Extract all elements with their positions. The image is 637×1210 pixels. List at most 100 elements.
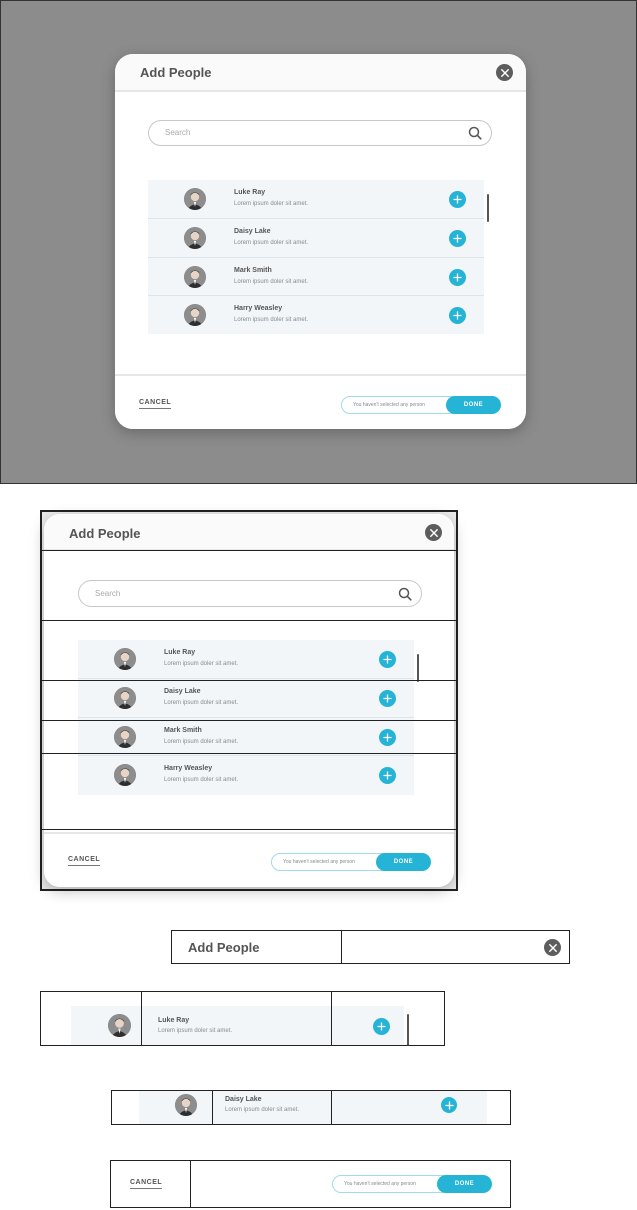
annotated-modal-frame: Add People Search Luke Ray Lorem ipsum d… (40, 510, 458, 891)
search-input[interactable]: Search (148, 120, 492, 146)
plus-icon (377, 1022, 386, 1031)
add-person-button[interactable] (449, 269, 466, 286)
people-list: Luke Ray Lorem ipsum doler sit amet. Dai… (78, 640, 421, 795)
plus-icon (444, 1100, 454, 1110)
guide-line (331, 992, 332, 1045)
list-item: Harry Weasley Lorem ipsum doler sit amet… (78, 756, 421, 795)
plus-icon (453, 311, 462, 320)
add-person-button[interactable] (441, 1097, 457, 1113)
avatar (184, 266, 206, 288)
search-placeholder: Search (165, 128, 191, 137)
guide-line (42, 753, 456, 754)
close-icon (429, 528, 438, 537)
guide-line (42, 720, 456, 721)
search-input[interactable]: Search (78, 580, 422, 607)
person-name: Harry Weasley (234, 305, 283, 312)
scrollbar[interactable] (404, 1006, 411, 1045)
list-item: Daisy Lake Lorem ipsum doler sit amet. (139, 1091, 487, 1124)
modal-footer: CANCEL You haven't selected any person D… (115, 374, 526, 429)
people-list: Luke Ray Lorem ipsum doler sit amet. Dai… (148, 180, 491, 334)
list-item: Harry Weasley Lorem ipsum doler sit amet… (148, 296, 491, 334)
scrollbar[interactable] (414, 640, 421, 795)
avatar (108, 1014, 131, 1037)
person-description: Lorem ipsum doler sit amet. (164, 739, 239, 745)
modal-title: Add People (140, 65, 212, 80)
footer-crop: CANCEL You haven't selected any person D… (110, 1160, 511, 1208)
close-icon (500, 68, 509, 77)
guide-line (190, 1161, 191, 1207)
add-person-button[interactable] (449, 307, 466, 324)
row-crop-daisy: Daisy Lake Lorem ipsum doler sit amet. (111, 1090, 511, 1125)
close-icon (548, 943, 557, 952)
modal-footer: CANCEL You haven't selected any person D… (44, 832, 454, 887)
scrollbar-thumb[interactable] (407, 1014, 409, 1045)
guide-line (42, 680, 456, 681)
avatar (184, 304, 206, 326)
person-name: Harry Weasley (164, 765, 213, 772)
plus-icon (453, 234, 462, 243)
add-person-button[interactable] (449, 230, 466, 247)
list-item: Luke Ray Lorem ipsum doler sit amet. (71, 1006, 411, 1045)
guide-line (141, 992, 142, 1045)
person-description: Lorem ipsum doler sit amet. (164, 661, 239, 667)
avatar (184, 227, 206, 249)
add-person-button[interactable] (379, 729, 396, 746)
plus-icon (383, 771, 392, 780)
add-person-button[interactable] (379, 690, 396, 707)
add-person-button[interactable] (373, 1018, 390, 1035)
person-description: Lorem ipsum doler sit amet. (225, 1107, 300, 1113)
person-description: Lorem ipsum doler sit amet. (164, 777, 239, 783)
list-item: Luke Ray Lorem ipsum doler sit amet. (148, 180, 491, 219)
guide-line (212, 1091, 213, 1124)
done-button[interactable]: DONE (446, 396, 501, 414)
avatar (114, 687, 136, 709)
person-name: Daisy Lake (164, 688, 201, 695)
cancel-button[interactable]: CANCEL (130, 1179, 163, 1189)
guide-line (42, 550, 456, 551)
header-crop: Add People (171, 930, 570, 964)
modal-header: Add People (115, 54, 526, 92)
plus-icon (453, 273, 462, 282)
done-button[interactable]: DONE (437, 1175, 492, 1193)
person-description: Lorem ipsum doler sit amet. (234, 201, 309, 207)
avatar (114, 726, 136, 748)
person-name: Mark Smith (234, 267, 272, 274)
selection-status-text: You haven't selected any person (344, 1181, 416, 1187)
close-button[interactable] (496, 64, 513, 81)
close-button[interactable] (544, 939, 561, 956)
done-button[interactable]: DONE (376, 853, 431, 871)
guide-line (331, 1091, 332, 1124)
selection-status-text: You haven't selected any person (283, 859, 355, 865)
person-name: Luke Ray (234, 189, 266, 196)
guide-line (42, 620, 456, 621)
person-description: Lorem ipsum doler sit amet. (234, 240, 309, 246)
search-placeholder: Search (95, 589, 121, 598)
selection-status-text: You haven't selected any person (353, 402, 425, 408)
modal-title: Add People (69, 526, 141, 541)
add-person-button[interactable] (379, 767, 396, 784)
guide-line (42, 829, 456, 830)
scrollbar-thumb[interactable] (487, 194, 489, 222)
add-people-modal-annotated: Add People Search Luke Ray Lorem ipsum d… (44, 514, 454, 887)
scrollbar[interactable] (484, 180, 491, 334)
avatar (175, 1094, 197, 1116)
modal-title: Add People (188, 940, 260, 955)
plus-icon (383, 694, 392, 703)
search-icon[interactable] (398, 587, 412, 601)
search-icon[interactable] (468, 126, 482, 140)
cancel-button[interactable]: CANCEL (68, 856, 101, 866)
list-item: Daisy Lake Lorem ipsum doler sit amet. (78, 679, 421, 718)
add-person-button[interactable] (449, 191, 466, 208)
modal-header: Add People (44, 514, 454, 551)
avatar (184, 188, 206, 210)
person-description: Lorem ipsum doler sit amet. (164, 700, 239, 706)
add-person-button[interactable] (379, 651, 396, 668)
person-name: Daisy Lake (225, 1096, 262, 1103)
avatar (114, 648, 136, 670)
person-description: Lorem ipsum doler sit amet. (234, 279, 309, 285)
avatar (114, 764, 136, 786)
cancel-button[interactable]: CANCEL (139, 399, 172, 409)
person-description: Lorem ipsum doler sit amet. (234, 317, 309, 323)
scrollbar-thumb[interactable] (417, 654, 419, 682)
close-button[interactable] (425, 524, 442, 541)
